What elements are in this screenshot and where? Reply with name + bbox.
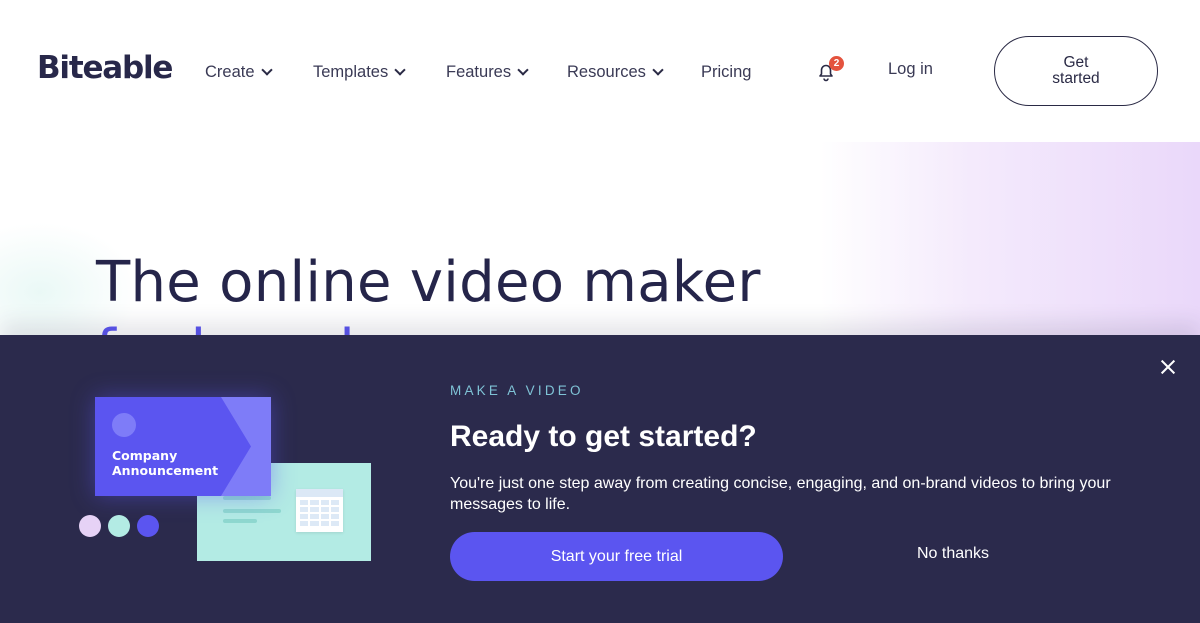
close-icon[interactable] [1157, 356, 1179, 378]
arrow-shape-icon [221, 397, 271, 496]
banner-description: You're just one step away from creating … [450, 475, 1111, 513]
illustration-text-line [223, 509, 281, 513]
nav-pricing[interactable]: Pricing [701, 60, 751, 84]
avatar-circle-icon [112, 413, 136, 437]
nav-features-label: Features [446, 62, 512, 81]
start-free-trial-button[interactable]: Start your free trial [450, 532, 783, 581]
color-swatch-mint [108, 515, 130, 537]
nav-create-label: Create [205, 62, 255, 81]
hero-section: The online video maker for brands [0, 142, 1200, 342]
notification-count-badge: 2 [829, 56, 844, 71]
banner-illustration: Company Announcement [0, 335, 420, 623]
illustration-text-line [223, 496, 271, 500]
nav-templates[interactable]: Templates [313, 60, 406, 84]
chevron-down-icon [394, 63, 406, 76]
signup-banner: Company Announcement MAKE A VIDEO Ready … [0, 335, 1200, 623]
illustration-announcement-card: Company Announcement [95, 397, 271, 496]
nav-features[interactable]: Features [446, 60, 529, 84]
announcement-card-label: Company Announcement [112, 448, 219, 478]
banner-title: Ready to get started? [450, 420, 757, 453]
site-header: Biteable Create Templates Features Resou… [0, 0, 1200, 142]
login-link[interactable]: Log in [888, 60, 933, 79]
color-swatch-indigo [137, 515, 159, 537]
hero-title: The online video maker [96, 250, 761, 315]
calendar-icon [296, 489, 343, 532]
chevron-down-icon [652, 63, 664, 76]
chevron-down-icon [517, 63, 529, 76]
nav-templates-label: Templates [313, 62, 389, 81]
banner-eyebrow: MAKE A VIDEO [450, 383, 584, 398]
nav-resources-label: Resources [567, 62, 646, 81]
nav-pricing-label: Pricing [701, 62, 752, 81]
chevron-down-icon [260, 63, 273, 76]
hero-background-gradient [820, 142, 1200, 342]
nav-resources[interactable]: Resources [567, 60, 664, 84]
logo[interactable]: Biteable [37, 50, 173, 86]
get-started-label: Get started [1052, 54, 1100, 87]
color-swatch-lavender [79, 515, 101, 537]
start-free-trial-label: Start your free trial [550, 547, 683, 565]
illustration-text-line [223, 519, 257, 523]
no-thanks-button[interactable]: No thanks [880, 545, 1026, 563]
nav-create[interactable]: Create [205, 60, 273, 84]
get-started-button[interactable]: Get started [994, 36, 1158, 106]
